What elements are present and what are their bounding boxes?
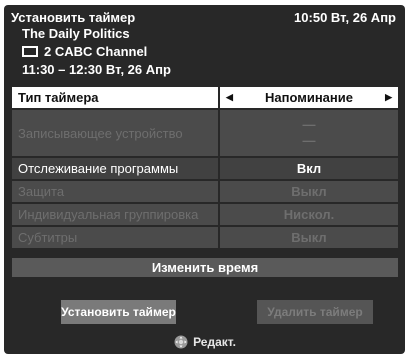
dpad-icon xyxy=(174,335,188,349)
setting-value: — — xyxy=(220,110,398,156)
setting-label: Записывающее устройство xyxy=(12,110,218,156)
dialog-title: Установить таймер xyxy=(11,10,136,25)
footer-label: Редакт. xyxy=(193,335,236,349)
channel-info: 2 CABC Channel xyxy=(22,44,147,59)
setting-value: Напоминание xyxy=(264,90,353,105)
value-line: — xyxy=(302,117,316,132)
setting-row-program-tracking[interactable]: Отслеживание программы Вкл xyxy=(12,158,398,179)
setting-value[interactable]: Вкл xyxy=(220,158,398,179)
tv-screen: Установить таймер 10:50 Вт, 26 Апр The D… xyxy=(0,0,410,355)
program-time: 11:30 – 12:30 Вт, 26 Апр xyxy=(22,62,171,77)
footer-hint: Редакт. xyxy=(0,333,410,351)
change-time-button[interactable]: Изменить время xyxy=(12,258,398,277)
program-title: The Daily Politics xyxy=(22,26,130,41)
set-timer-button[interactable]: Установить таймер xyxy=(61,300,176,324)
setting-label: Защита xyxy=(12,181,218,202)
right-arrow-icon[interactable]: ▶ xyxy=(385,92,392,103)
setting-value: Выкл xyxy=(220,181,398,202)
setting-row-subtitles: Субтитры Выкл xyxy=(12,227,398,248)
current-time: 10:50 Вт, 26 Апр xyxy=(294,10,396,25)
left-arrow-icon[interactable]: ◀ xyxy=(226,92,233,103)
setting-label: Отслеживание программы xyxy=(12,158,218,179)
value-line: — xyxy=(302,133,316,148)
setting-label: Тип таймера xyxy=(12,87,218,108)
tv-channel-icon xyxy=(22,46,38,57)
channel-name: 2 CABC Channel xyxy=(44,44,148,59)
setting-row-recording-device: Записывающее устройство — — xyxy=(12,110,398,156)
setting-label: Индивидуальная группировка xyxy=(12,204,218,225)
setting-row-protection: Защита Выкл xyxy=(12,181,398,202)
delete-timer-button: Удалить таймер xyxy=(257,300,373,324)
timer-type-selector[interactable]: ◀ Напоминание ▶ xyxy=(220,87,398,108)
setting-value: Нискол. xyxy=(220,204,398,225)
setting-row-timer-type[interactable]: Тип таймера ◀ Напоминание ▶ xyxy=(12,87,398,108)
setting-label: Субтитры xyxy=(12,227,218,248)
setting-row-individual-grouping: Индивидуальная группировка Нискол. xyxy=(12,204,398,225)
setting-value: Выкл xyxy=(220,227,398,248)
